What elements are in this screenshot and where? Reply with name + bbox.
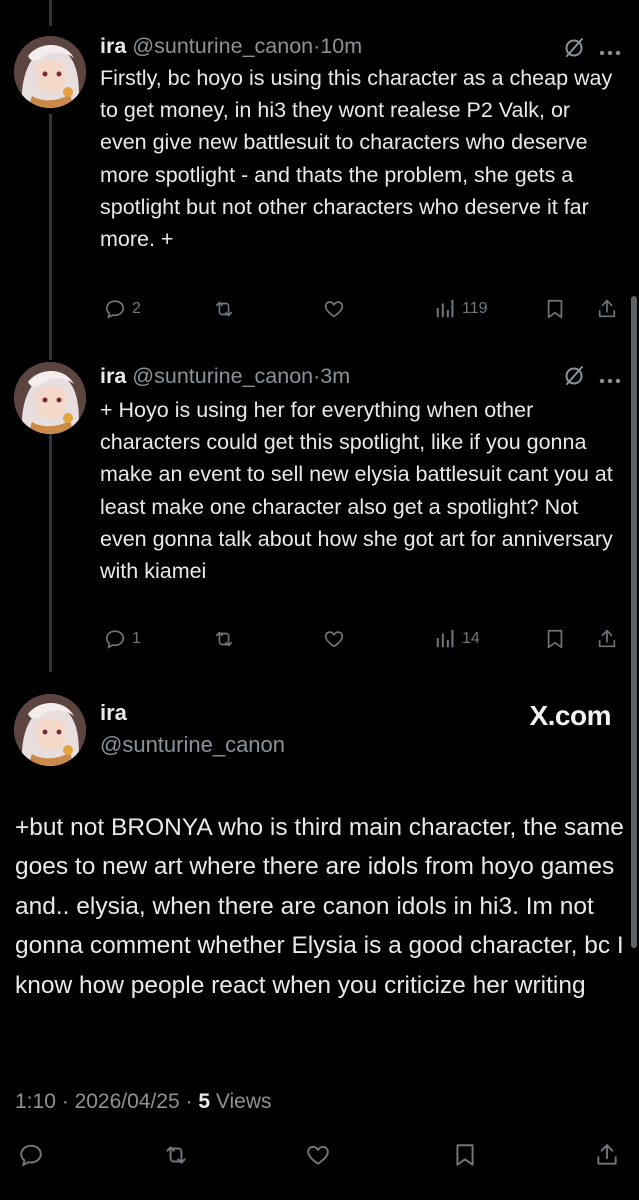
reply-icon bbox=[105, 300, 125, 319]
retweet-button[interactable] bbox=[212, 628, 236, 650]
author-name[interactable]: ira bbox=[100, 34, 126, 58]
reply-button[interactable]: 1 bbox=[104, 628, 141, 650]
like-button[interactable] bbox=[322, 628, 346, 650]
timestamp[interactable]: 3m bbox=[320, 364, 350, 388]
tweet-date: 2026/04/25 bbox=[74, 1090, 180, 1113]
views-count: 119 bbox=[462, 300, 488, 317]
author-name[interactable]: ira bbox=[100, 364, 126, 388]
tweet-timestamp: 1:10 · 2026/04/25 · 5 Views bbox=[15, 1090, 272, 1114]
reply-button[interactable]: 2 bbox=[104, 298, 141, 320]
separator: · bbox=[61, 1090, 69, 1113]
scrollbar[interactable] bbox=[631, 296, 637, 948]
thread-line-top bbox=[49, 0, 52, 26]
author-handle[interactable]: @sunturine_canon bbox=[132, 34, 313, 58]
avatar[interactable] bbox=[14, 694, 86, 766]
tweet-action-bar: 2 119 bbox=[100, 298, 621, 328]
views-bar-chart-icon bbox=[436, 629, 454, 648]
views-count: 14 bbox=[462, 630, 480, 647]
author-handle[interactable]: @sunturine_canon bbox=[100, 732, 285, 758]
share-icon bbox=[597, 1144, 617, 1165]
reply-count: 2 bbox=[132, 300, 141, 317]
bookmark-button[interactable] bbox=[452, 1142, 478, 1168]
bookmark-icon bbox=[547, 299, 563, 319]
author-handle[interactable]: @sunturine_canon bbox=[132, 364, 313, 388]
share-icon bbox=[598, 629, 616, 648]
avatar[interactable] bbox=[14, 36, 86, 108]
reply-count: 1 bbox=[132, 630, 141, 647]
like-button[interactable] bbox=[322, 298, 346, 320]
grok-icon[interactable] bbox=[562, 364, 586, 393]
heart-icon bbox=[324, 631, 344, 648]
share-button[interactable] bbox=[596, 298, 618, 320]
separator: · bbox=[185, 1090, 193, 1113]
views-bar-chart-icon bbox=[436, 299, 454, 318]
reply-button[interactable] bbox=[18, 1142, 44, 1168]
more-options-icon[interactable] bbox=[598, 372, 622, 390]
thread-line-2 bbox=[49, 434, 52, 672]
bookmark-button[interactable] bbox=[544, 628, 566, 650]
thread-line-1 bbox=[49, 114, 52, 360]
author-name[interactable]: ira bbox=[100, 700, 127, 726]
reply-icon bbox=[105, 630, 125, 649]
timestamp[interactable]: 10m bbox=[320, 34, 362, 58]
views-button[interactable]: 119 bbox=[434, 298, 488, 320]
share-button[interactable] bbox=[596, 628, 618, 650]
retweet-icon bbox=[166, 1146, 186, 1164]
more-options-icon[interactable] bbox=[598, 44, 622, 62]
tweet-time: 1:10 bbox=[15, 1090, 56, 1113]
retweet-icon bbox=[215, 301, 233, 317]
retweet-button[interactable] bbox=[162, 1142, 190, 1168]
heart-icon bbox=[324, 301, 344, 318]
bookmark-icon bbox=[456, 1144, 474, 1166]
reply-icon bbox=[20, 1144, 42, 1167]
retweet-icon bbox=[215, 631, 233, 647]
tweet-header: ira @sunturine_canon·3m bbox=[100, 362, 350, 390]
like-button[interactable] bbox=[304, 1142, 332, 1168]
main-tweet-text: +but not BRONYA who is third main charac… bbox=[15, 814, 624, 999]
avatar[interactable] bbox=[14, 362, 86, 434]
retweet-button[interactable] bbox=[212, 298, 236, 320]
main-action-bar bbox=[18, 1142, 621, 1172]
share-button[interactable] bbox=[594, 1142, 620, 1168]
share-icon bbox=[598, 299, 616, 318]
views-count: 5 bbox=[198, 1090, 211, 1113]
x-com-brand: X.com bbox=[529, 700, 611, 731]
tweet-action-bar: 1 14 bbox=[100, 628, 621, 658]
views-label[interactable]: Views bbox=[216, 1090, 272, 1113]
heart-icon bbox=[307, 1145, 329, 1165]
tweet-header: ira @sunturine_canon·10m bbox=[100, 32, 362, 60]
grok-icon[interactable] bbox=[562, 36, 586, 65]
tweet-text: Firstly, bc hoyo is using this character… bbox=[100, 66, 613, 252]
bookmark-button[interactable] bbox=[544, 298, 566, 320]
bookmark-icon bbox=[547, 629, 563, 649]
views-button[interactable]: 14 bbox=[434, 628, 480, 650]
tweet-text: + Hoyo is using her for everything when … bbox=[100, 398, 613, 584]
